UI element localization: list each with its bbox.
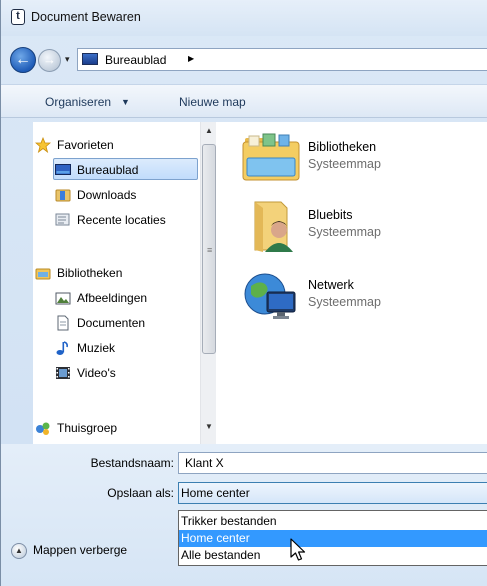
- breadcrumb-arrow-icon[interactable]: ▶: [188, 54, 194, 63]
- savetype-option[interactable]: Alle bestanden: [179, 547, 487, 564]
- documents-icon: [57, 315, 69, 331]
- nav-item-label: Downloads: [77, 188, 137, 202]
- user-folder-icon: [254, 201, 293, 252]
- file-item-name: Netwerk: [308, 278, 354, 292]
- new-folder-button[interactable]: Nieuwe map: [179, 95, 246, 109]
- address-bar[interactable]: Bureaublad ▶: [77, 48, 487, 71]
- network-icon: [244, 273, 296, 319]
- desktop-icon: [82, 53, 98, 65]
- address-location[interactable]: Bureaublad: [105, 53, 166, 67]
- nav-item-label: Bureaublad: [77, 163, 139, 177]
- grip-icon: ≡: [207, 245, 213, 255]
- file-item-name: Bluebits: [308, 208, 353, 222]
- homegroup-icon: [36, 422, 50, 435]
- libraries-icon: [35, 268, 51, 280]
- file-item-name: Bibliotheken: [308, 140, 377, 154]
- savetype-option[interactable]: Trikker bestanden: [179, 513, 487, 530]
- filename-label: Bestandsnaam:: [90, 456, 174, 470]
- nav-item-label: Muziek: [77, 341, 116, 355]
- nav-item-label: Afbeeldingen: [77, 291, 148, 305]
- savetype-dropdown-list: Trikker bestanden Home center Alle besta…: [178, 510, 487, 566]
- libraries-folder-icon: [242, 133, 300, 181]
- file-item-libraries[interactable]: Bibliotheken Systeemmap: [241, 132, 481, 192]
- savetype-select[interactable]: Home center: [178, 482, 487, 504]
- title-bar: t Document Bewaren: [1, 0, 487, 36]
- app-logo-icon: t: [11, 9, 25, 25]
- nav-item-label: Thuisgroep: [57, 421, 118, 435]
- address-row: ← → ▾ Bureaublad ▶: [1, 40, 487, 78]
- filename-field[interactable]: Klant X: [178, 452, 487, 474]
- file-list: Bibliotheken Systeemmap Bluebits Systeem…: [216, 122, 487, 444]
- star-icon: [35, 137, 51, 153]
- file-item-network[interactable]: Netwerk Systeemmap: [241, 270, 481, 330]
- organise-caret-icon[interactable]: ▼: [121, 97, 130, 107]
- desktop-icon: [55, 164, 71, 175]
- nav-item-label: Documenten: [77, 316, 146, 330]
- forward-button[interactable]: →: [38, 49, 61, 72]
- scroll-down-icon[interactable]: ▼: [205, 422, 213, 431]
- back-button[interactable]: ←: [10, 47, 36, 73]
- nav-item-label: Bibliotheken: [57, 266, 123, 280]
- savetype-option-selected[interactable]: Home center: [179, 530, 487, 547]
- pictures-icon: [55, 292, 71, 305]
- scroll-thumb[interactable]: ≡: [202, 144, 216, 354]
- nav-item-label: Video's: [77, 366, 116, 380]
- navigation-pane: Favorieten Bureaublad Downloads Recente …: [33, 122, 216, 444]
- hide-folders-button[interactable]: Mappen verberge: [33, 543, 127, 557]
- nav-item-label: Favorieten: [57, 138, 114, 152]
- window-title: Document Bewaren: [31, 10, 141, 24]
- savetype-label: Opslaan als:: [107, 486, 174, 500]
- save-dialog-window: t Document Bewaren ← → ▾ Bureaublad ▶ Or…: [0, 0, 487, 586]
- command-bar: Organiseren ▼ Nieuwe map: [1, 84, 487, 118]
- mouse-cursor-icon: [290, 538, 306, 561]
- navigation-scrollbar[interactable]: ▲ ≡ ▼: [200, 122, 216, 444]
- hide-folders-toggle-icon[interactable]: ▲: [11, 543, 27, 559]
- downloads-folder-icon: [55, 189, 71, 202]
- file-item-type: Systeemmap: [308, 225, 381, 239]
- music-icon: [56, 341, 68, 355]
- nav-item-label: Recente locaties: [77, 213, 166, 227]
- recent-pages-dropdown-icon[interactable]: ▾: [65, 54, 70, 65]
- file-item-type: Systeemmap: [308, 157, 381, 171]
- file-item-type: Systeemmap: [308, 295, 381, 309]
- file-item-bluebits[interactable]: Bluebits Systeemmap: [241, 200, 481, 260]
- recent-places-icon: [55, 213, 70, 226]
- organise-menu-button[interactable]: Organiseren: [45, 95, 111, 109]
- video-icon: [56, 367, 70, 379]
- scroll-up-icon[interactable]: ▲: [205, 126, 213, 135]
